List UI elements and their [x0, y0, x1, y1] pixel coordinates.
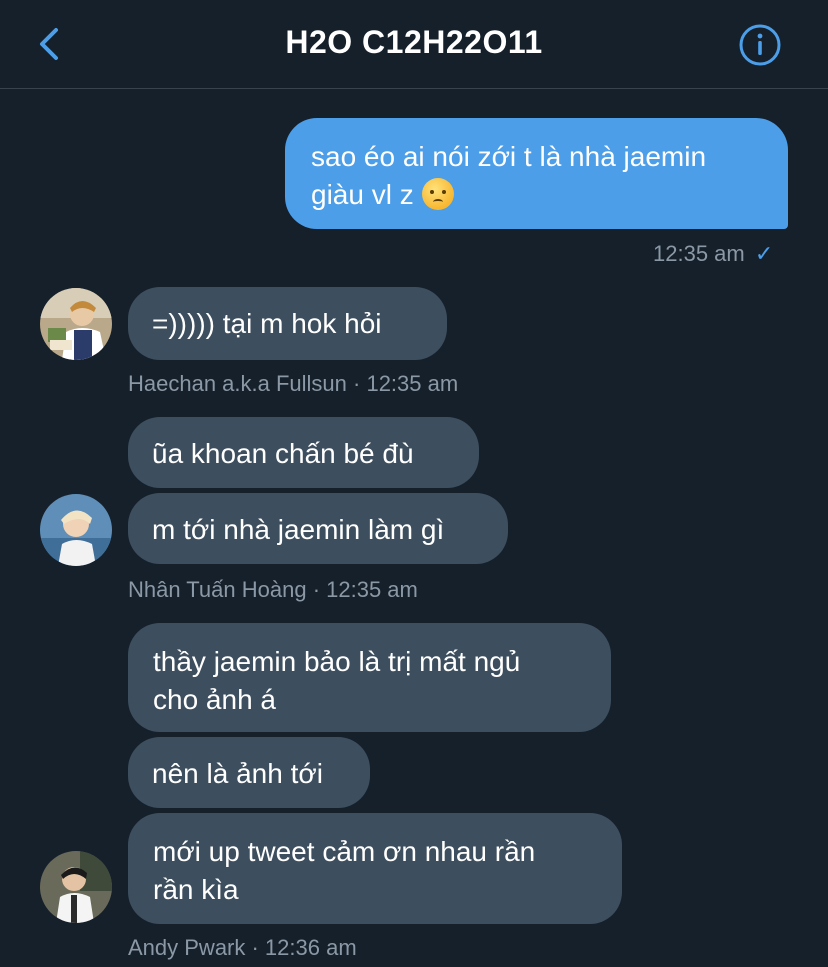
incoming-message-bubble[interactable]: thầy jaemin bảo là trị mất ngủ cho ảnh á — [128, 623, 611, 732]
message-text: m tới nhà jaemin làm gì — [152, 514, 445, 545]
avatar[interactable] — [40, 494, 112, 566]
message-text: =))))) tại m hok hỏi — [152, 308, 382, 339]
outgoing-message-bubble[interactable]: sao éo ai nói zới t là nhà jaemin giàu v… — [285, 118, 788, 229]
message-text: ũa khoan chấn bé đù — [152, 438, 414, 469]
avatar[interactable] — [40, 288, 112, 360]
sender-info: Haechan a.k.a Fullsun · 12:35 am — [128, 371, 459, 396]
message-text: nên là ảnh tới — [152, 758, 323, 789]
conversation-title[interactable]: H2O C12H22O11 — [0, 24, 828, 61]
message-text-line: mới up tweet cảm ơn nhau rần — [153, 836, 536, 867]
message-text-line: sao éo ai nói zới t là nhà jaemin — [311, 141, 707, 172]
message-timestamp: 12:35 am ✓ — [653, 241, 774, 266]
incoming-message-bubble[interactable]: =))))) tại m hok hỏi — [128, 287, 447, 360]
incoming-message-bubble[interactable]: ũa khoan chấn bé đù — [128, 417, 479, 488]
incoming-message-bubble[interactable]: mới up tweet cảm ơn nhau rần rần kìa — [128, 813, 622, 924]
conversation-header: H2O C12H22O11 — [0, 0, 828, 89]
message-text-line: giàu vl z — [311, 176, 762, 214]
avatar[interactable] — [40, 851, 112, 923]
incoming-message-bubble[interactable]: nên là ảnh tới — [128, 737, 370, 808]
message-text-line: thầy jaemin bảo là trị mất ngủ — [153, 646, 521, 677]
sender-info: Andy Pwark · 12:36 am — [128, 935, 357, 960]
message-text-line: rần kìa — [153, 874, 239, 905]
incoming-message-bubble[interactable]: m tới nhà jaemin làm gì — [128, 493, 508, 564]
info-icon[interactable] — [738, 23, 782, 67]
smiling-tear-emoji-icon — [421, 177, 454, 210]
sent-check-icon: ✓ — [754, 241, 774, 266]
message-text-line: cho ảnh á — [153, 684, 276, 715]
sender-info: Nhân Tuấn Hoàng · 12:35 am — [128, 577, 418, 602]
